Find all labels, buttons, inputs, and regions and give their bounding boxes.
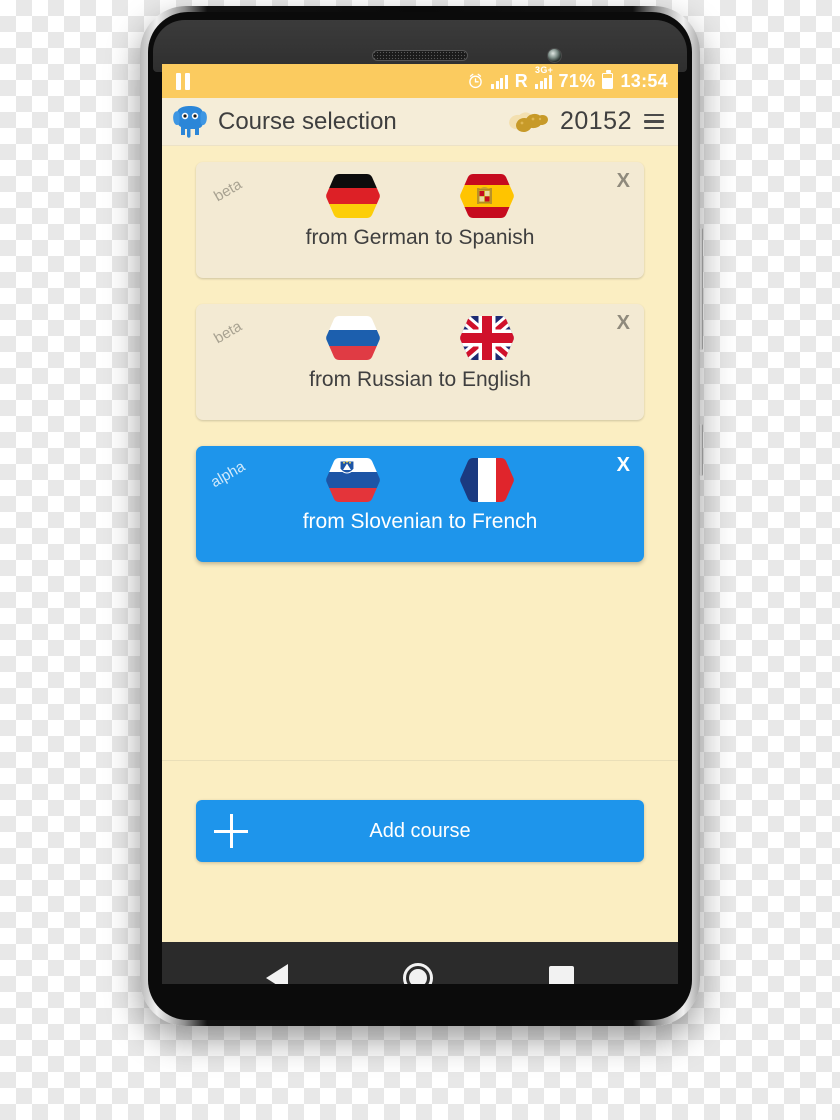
slovenian-flag-icon bbox=[325, 456, 381, 504]
course-list: beta X from German to Spanish beta X fro… bbox=[162, 162, 678, 562]
roaming-indicator: R bbox=[514, 70, 529, 91]
earpiece-speaker-icon bbox=[372, 50, 468, 61]
elephant-icon[interactable] bbox=[172, 105, 208, 139]
battery-percent-label: 71% bbox=[558, 70, 596, 91]
app-bar: Course selection 20152 bbox=[162, 98, 678, 146]
recents-square-icon[interactable] bbox=[549, 965, 575, 984]
battery-icon bbox=[602, 70, 614, 89]
app-bar-actions: 20152 bbox=[508, 107, 666, 136]
network-type-icon: 3G+ bbox=[535, 65, 553, 89]
android-navigation-bar bbox=[162, 942, 678, 984]
course-card[interactable]: alpha X from Slovenian to French bbox=[196, 446, 644, 562]
french-flag-icon bbox=[459, 456, 515, 504]
add-course-button[interactable]: Add course bbox=[196, 800, 644, 862]
add-course-label: Add course bbox=[369, 819, 471, 842]
phone-screen: R 3G+ 71% 13:54 Course selection 20152 b… bbox=[162, 64, 678, 984]
course-name-label: from Slovenian to French bbox=[302, 510, 538, 533]
remove-course-button[interactable]: X bbox=[617, 455, 630, 475]
front-camera-icon bbox=[547, 48, 562, 63]
course-card[interactable]: beta X bbox=[196, 162, 644, 278]
course-flags bbox=[196, 162, 644, 220]
alarm-clock-icon bbox=[469, 73, 482, 89]
power-button[interactable] bbox=[699, 424, 703, 476]
plus-icon bbox=[214, 814, 248, 848]
volume-button[interactable] bbox=[699, 228, 703, 350]
home-circle-icon[interactable] bbox=[403, 963, 434, 984]
status-bar-indicators: R 3G+ 71% 13:54 bbox=[467, 65, 668, 92]
pause-icon bbox=[176, 72, 190, 90]
remove-course-button[interactable]: X bbox=[617, 171, 630, 191]
peanut-coin-icon bbox=[509, 111, 548, 132]
network-type-label: 3G+ bbox=[535, 64, 554, 75]
course-name-label: from Russian to English bbox=[309, 368, 531, 391]
coin-count-label: 20152 bbox=[559, 107, 632, 135]
english-flag-icon bbox=[459, 314, 515, 362]
russian-flag-icon bbox=[325, 314, 381, 362]
hamburger-menu-icon[interactable] bbox=[642, 110, 666, 134]
back-triangle-icon[interactable] bbox=[265, 964, 288, 984]
spanish-flag-icon bbox=[459, 172, 515, 220]
cellular-signal-icon bbox=[491, 74, 508, 89]
content-area: beta X from German to Spanish beta X fro… bbox=[162, 146, 678, 942]
page-title: Course selection bbox=[218, 107, 397, 135]
phone-device: R 3G+ 71% 13:54 Course selection 20152 b… bbox=[140, 6, 703, 1026]
course-flags bbox=[196, 446, 644, 504]
course-card[interactable]: beta X bbox=[196, 304, 644, 420]
remove-course-button[interactable]: X bbox=[617, 313, 630, 333]
german-flag-icon bbox=[325, 172, 381, 220]
status-bar: R 3G+ 71% 13:54 bbox=[162, 64, 678, 98]
course-flags bbox=[196, 304, 644, 362]
course-name-label: from German to Spanish bbox=[305, 226, 535, 249]
divider bbox=[162, 760, 678, 761]
clock-label: 13:54 bbox=[620, 70, 668, 91]
